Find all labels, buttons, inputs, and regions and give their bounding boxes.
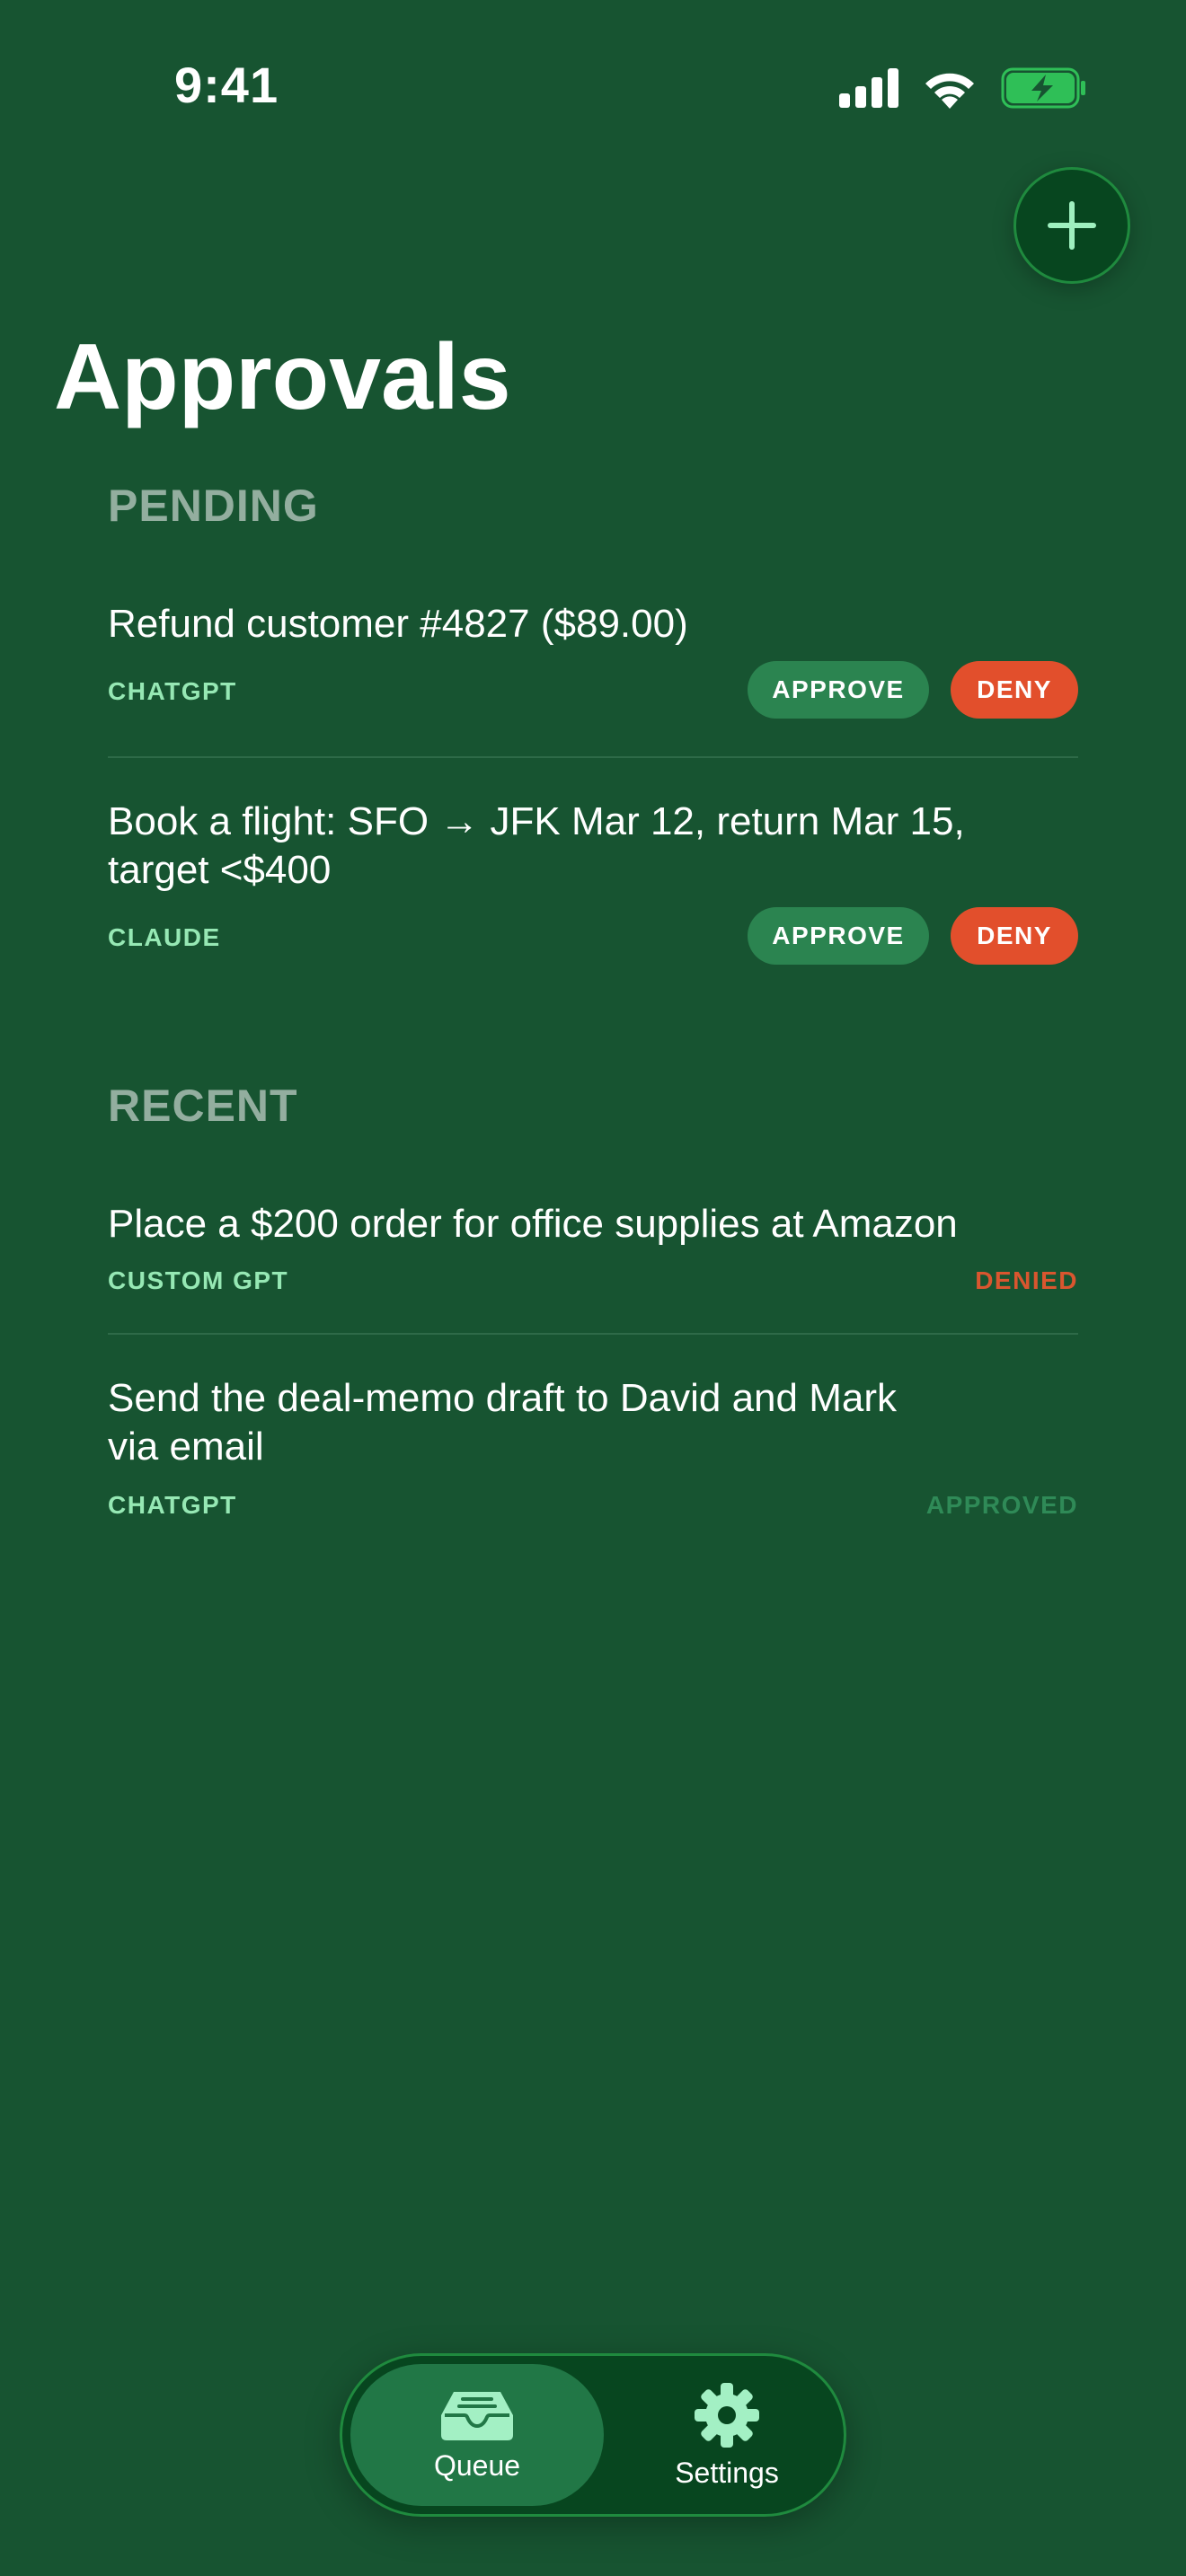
cellular-signal-icon [839,68,898,108]
item-title-line-1: Book a flight: SFO → JFK Mar 12, return … [108,799,965,843]
divider [108,1333,1078,1335]
item-title-line-2: via email [108,1425,264,1469]
approve-button[interactable]: APPROVE [748,661,929,719]
deny-button[interactable]: DENY [951,661,1078,719]
status-icons [839,63,1087,113]
tab-bar: Queue Settings [340,2353,846,2517]
approve-button[interactable]: APPROVE [748,907,929,965]
section-header-pending: PENDING [108,481,319,531]
status-denied: DENIED [975,1266,1078,1294]
status-approved: APPROVED [925,1491,1078,1519]
item-source: CHATGPT [108,677,237,705]
deny-button[interactable]: DENY [951,907,1078,965]
item-title-line-2: target <$400 [108,848,332,892]
tab-settings[interactable]: Settings [612,2364,842,2506]
item-title-line-1: Send the deal-memo draft to David and Ma… [108,1376,898,1420]
section-header-recent: RECENT [108,1081,298,1131]
page-title: Approvals [54,325,511,429]
item-title: Refund customer #4827 ($89.00) [108,602,688,646]
gear-icon [695,2382,759,2448]
item-source: CHATGPT [108,1491,237,1519]
pending-item: Refund customer #4827 ($89.00) [108,600,1078,648]
pending-item: Book a flight: SFO → JFK Mar 12, return … [108,798,1078,895]
status-time: 9:41 [174,57,279,113]
wifi-icon [925,73,974,109]
recent-item[interactable]: Send the deal-memo draft to David and Ma… [108,1374,1078,1471]
divider [108,756,1078,758]
item-source: CLAUDE [108,923,221,951]
recent-item[interactable]: Place a $200 order for office supplies a… [108,1200,1078,1248]
status-bar: 9:41 [0,0,1186,171]
add-button[interactable] [1013,167,1130,284]
battery-charging-icon [1001,67,1085,109]
item-title: Place a $200 order for office supplies a… [108,1202,958,1246]
item-source: CUSTOM GPT [108,1266,289,1294]
tray-icon [441,2391,513,2440]
tab-label: Queue [433,2448,521,2482]
plus-icon [1048,201,1096,250]
tab-label: Settings [675,2456,779,2489]
tab-queue[interactable]: Queue [350,2364,604,2506]
